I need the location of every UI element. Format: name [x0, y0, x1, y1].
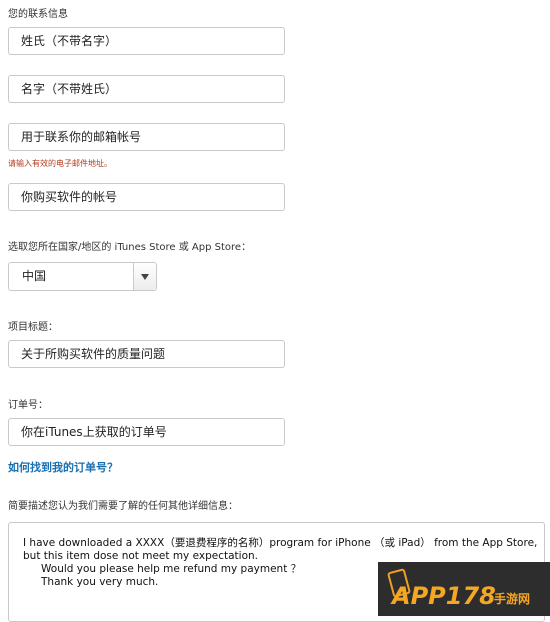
- find-order-number-link[interactable]: 如何找到我的订单号？: [8, 459, 118, 475]
- email-error-message: 请输入有效的电子邮件地址。: [8, 159, 112, 168]
- account-field[interactable]: 你购买软件的帐号: [8, 183, 285, 211]
- details-line: I have downloaded a XXXX（要退费程序的名称）progra…: [23, 537, 538, 549]
- watermark-brand: APP178: [392, 582, 496, 610]
- subject-label: 项目标题：: [8, 322, 58, 333]
- watermark-tagline: 手游网: [494, 592, 531, 606]
- dropdown-arrow-button[interactable]: [133, 263, 156, 290]
- details-label: 简要描述您认为我们需要了解的任何其他详细信息：: [8, 501, 238, 512]
- first-name-field[interactable]: 名字（不带姓氏）: [8, 75, 285, 103]
- order-number-field[interactable]: 你在iTunes上获取的订单号: [8, 418, 285, 446]
- order-label: 订单号：: [8, 400, 48, 411]
- region-select[interactable]: 中国: [8, 262, 157, 291]
- email-field[interactable]: 用于联系你的邮箱帐号: [8, 123, 285, 151]
- region-label: 选取您所在国家/地区的 iTunes Store 或 App Store：: [8, 242, 252, 253]
- subject-field[interactable]: 关于所购买软件的质量问题: [8, 340, 285, 368]
- chevron-down-icon: [141, 274, 149, 280]
- site-watermark: APP178 手游网: [378, 562, 550, 616]
- contact-section-label: 您的联系信息: [8, 9, 68, 20]
- last-name-field[interactable]: 姓氏（不带名字）: [8, 27, 285, 55]
- region-selected-value: 中国: [22, 269, 47, 283]
